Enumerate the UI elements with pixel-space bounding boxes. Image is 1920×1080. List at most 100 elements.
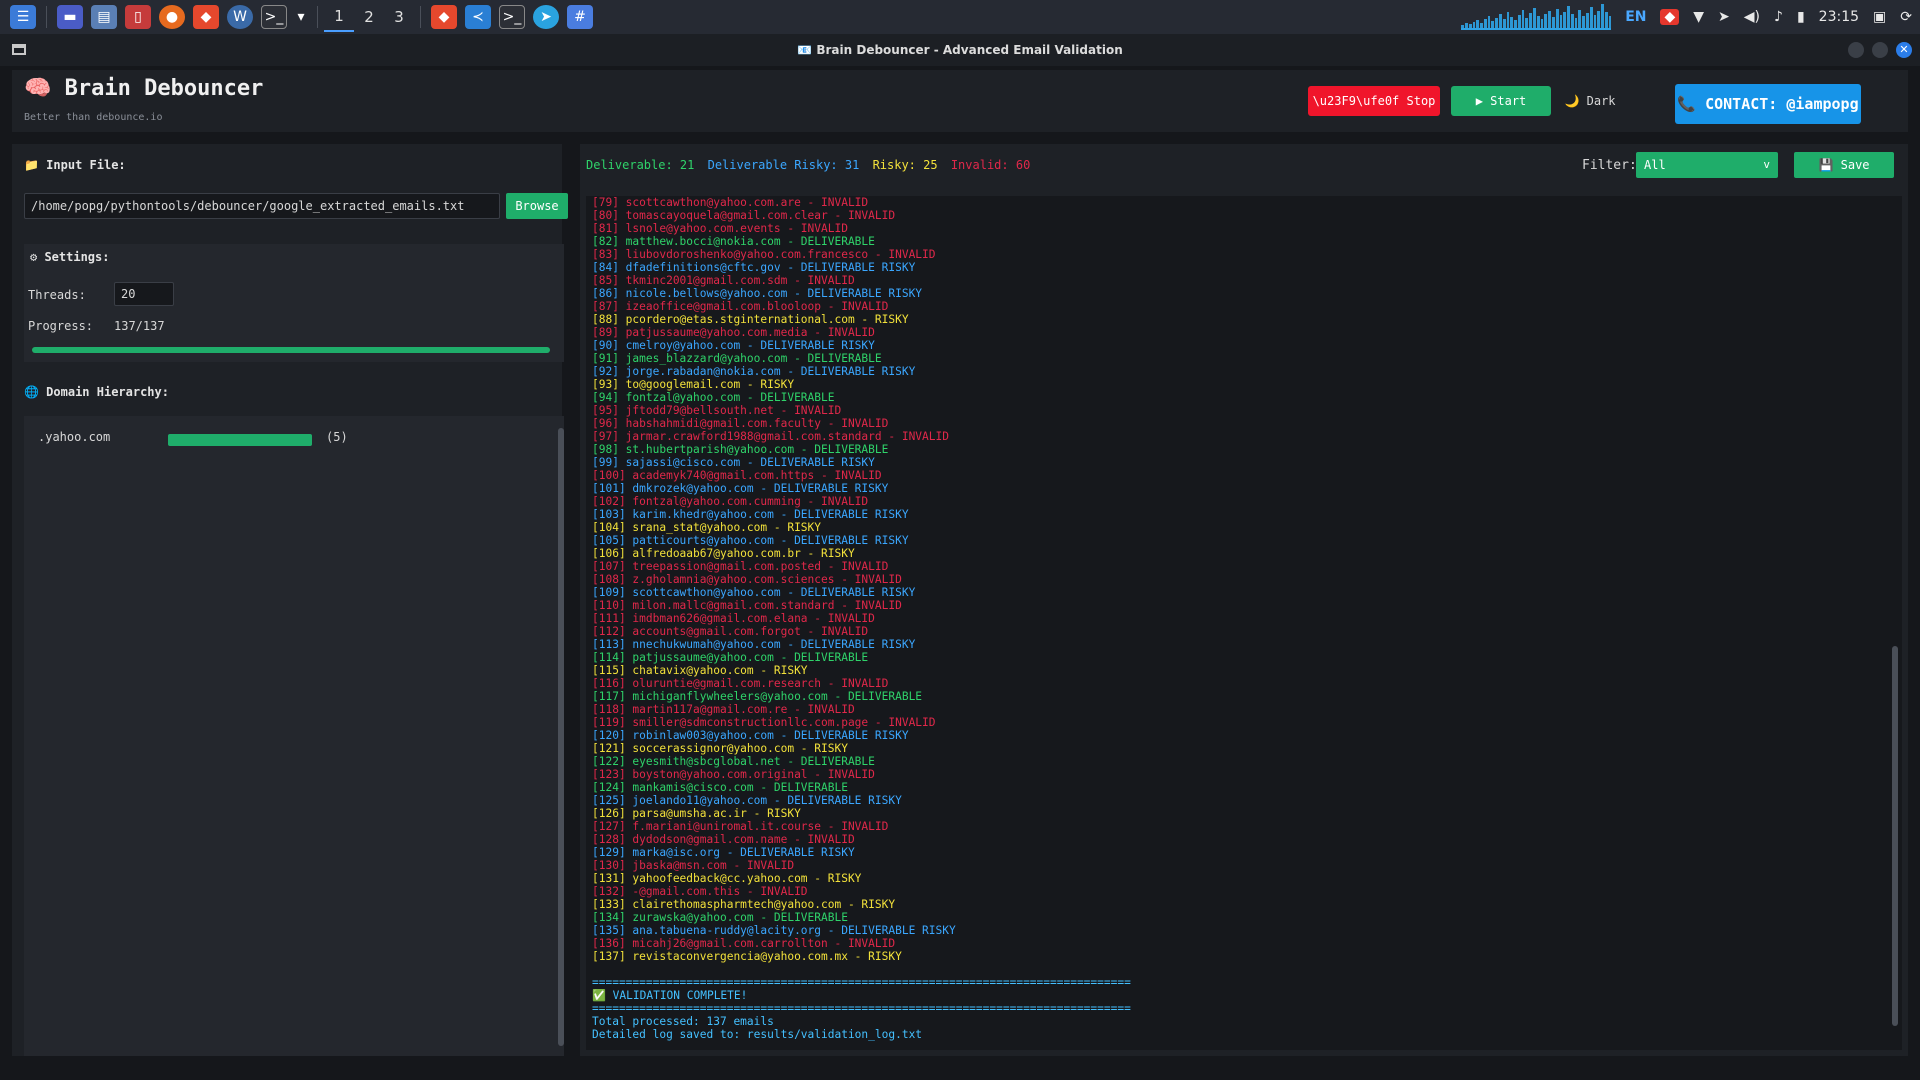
log-line: [133] clairethomaspharmtech@yahoo.com - … <box>592 898 896 911</box>
graph-bar <box>1525 18 1529 28</box>
language-indicator[interactable]: EN <box>1625 9 1646 25</box>
graph-bar <box>1540 19 1544 28</box>
terminal-window-icon[interactable]: >_ <box>499 5 525 29</box>
domain-name: .yahoo.com <box>38 430 111 444</box>
graph-bar <box>1555 9 1559 28</box>
close-button[interactable]: ✕ <box>1896 42 1912 58</box>
browse-button[interactable]: Browse <box>506 193 568 219</box>
log-line: [135] ana.tabuena-ruddy@lacity.org - DEL… <box>592 924 956 937</box>
lock-icon[interactable]: ▣ <box>1873 9 1886 25</box>
graph-bar <box>1578 10 1582 28</box>
graph-bar <box>1536 16 1540 28</box>
graph-bar <box>1608 16 1612 28</box>
log-line: [122] eyesmith@sbcglobal.net - DELIVERAB… <box>592 755 875 768</box>
log-output[interactable]: [79] scottcawthon@yahoo.com.are - INVALI… <box>586 196 1902 1050</box>
log-line: [92] jorge.rabadan@nokia.com - DELIVERAB… <box>592 365 916 378</box>
app-launcher-icon[interactable]: ☰ <box>10 5 36 29</box>
graph-bar <box>1502 19 1506 28</box>
send-icon[interactable]: ➤ <box>1718 9 1730 25</box>
log-line: [97] jarmar.crawford1988@gmail.com.stand… <box>592 430 949 443</box>
minimize-button[interactable] <box>1848 42 1864 58</box>
log-line: [114] patjussaume@yahoo.com - DELIVERABL… <box>592 651 869 664</box>
graph-bar <box>1464 23 1468 28</box>
domain-scrollbar[interactable] <box>558 428 564 1046</box>
log-separator: ========================================… <box>592 976 1131 989</box>
telegram-icon[interactable]: ➤ <box>533 5 559 29</box>
maximize-button[interactable] <box>1872 42 1888 58</box>
log-line: [119] smiller@sdmconstructionllc.com.pag… <box>592 716 936 729</box>
domain-bar <box>168 434 312 446</box>
graph-bar <box>1563 12 1567 28</box>
chevron-down-icon[interactable]: ▾ <box>295 5 307 29</box>
document-icon[interactable]: ▯ <box>125 5 151 29</box>
workspace-3[interactable]: 3 <box>384 2 414 32</box>
workspace-1[interactable]: 1 <box>324 2 354 32</box>
log-total: Total processed: 137 emails <box>592 1015 774 1028</box>
log-line: [106] alfredoaab67@yahoo.com.br - RISKY <box>592 547 855 560</box>
wifi-icon[interactable]: ▼ <box>1693 9 1704 25</box>
window-menu-icon[interactable] <box>12 44 26 55</box>
desktop-icon[interactable]: ▬ <box>57 5 83 29</box>
brave-icon[interactable]: ◆ <box>193 5 219 29</box>
log-line: [126] parsa@umsha.ac.ir - RISKY <box>592 807 801 820</box>
graph-bar <box>1476 20 1480 28</box>
log-line: [107] treepassion@gmail.com.posted - INV… <box>592 560 889 573</box>
brave-window-icon[interactable]: ◆ <box>431 5 457 29</box>
graph-bar <box>1461 25 1464 28</box>
wordpress-icon[interactable]: W <box>227 5 253 29</box>
file-manager-icon[interactable]: ▤ <box>91 5 117 29</box>
stop-button[interactable]: \u23F9\ufe0f Stop <box>1308 86 1440 116</box>
workspace-2[interactable]: 2 <box>354 2 384 32</box>
volume-icon[interactable]: ◀) <box>1744 9 1760 25</box>
log-saved: Detailed log saved to: results/validatio… <box>592 1028 923 1041</box>
filter-select[interactable]: All v <box>1636 152 1778 178</box>
graph-bar <box>1604 12 1608 28</box>
log-line: [110] milon.mallc@gmail.com.standard - I… <box>592 599 902 612</box>
power-icon[interactable]: ⟳ <box>1900 9 1912 25</box>
log-line: [136] micahj26@gmail.com.carrollton - IN… <box>592 937 896 950</box>
log-line: [101] dmkrozek@yahoo.com - DELIVERABLE R… <box>592 482 889 495</box>
graph-bar <box>1521 10 1525 28</box>
vscode-icon[interactable]: ≺ <box>465 5 491 29</box>
clock[interactable]: 23:15 <box>1819 9 1859 25</box>
window-titlebar[interactable]: 📧 Brain Debouncer - Advanced Email Valid… <box>0 34 1920 66</box>
graph-bar <box>1529 13 1533 28</box>
log-scrollbar[interactable] <box>1892 646 1898 1026</box>
input-file-path-field[interactable]: /home/popg/pythontools/debouncer/google_… <box>24 193 500 219</box>
log-line: [89] patjussaume@yahoo.com.media - INVAL… <box>592 326 875 339</box>
log-line: [115] chatavix@yahoo.com - RISKY <box>592 664 808 677</box>
anydesk-icon[interactable]: ◆ <box>1660 9 1680 25</box>
log-separator: ========================================… <box>592 1002 1131 1015</box>
graph-bar <box>1514 20 1517 28</box>
dark-mode-button[interactable]: 🌙 Dark <box>1560 86 1620 116</box>
start-button[interactable]: ▶ Start <box>1451 86 1551 116</box>
log-line: [86] nicole.bellows@yahoo.com - DELIVERA… <box>592 287 923 300</box>
contact-button[interactable]: 📞 CONTACT: @iampopg <box>1675 84 1861 124</box>
log-line: [94] fontzal@yahoo.com - DELIVERABLE <box>592 391 835 404</box>
threads-input[interactable]: 20 <box>114 282 174 306</box>
battery-icon[interactable]: ▮ <box>1797 9 1805 25</box>
log-line: [99] sajassi@cisco.com - DELIVERABLE RIS… <box>592 456 875 469</box>
firefox-icon[interactable]: ● <box>159 5 185 29</box>
graph-bar <box>1548 11 1551 28</box>
domain-row[interactable]: .yahoo.com (5) <box>38 430 538 450</box>
domain-hierarchy-list: .yahoo.com (5) <box>24 416 564 1056</box>
log-line: [129] marka@isc.org - DELIVERABLE RISKY <box>592 846 855 859</box>
log-line: [95] jftodd79@bellsouth.net - INVALID <box>592 404 842 417</box>
discord-icon[interactable]: # <box>567 5 593 29</box>
log-line: [121] soccerassignor@yahoo.com - RISKY <box>592 742 848 755</box>
log-line: [90] cmelroy@yahoo.com - DELIVERABLE RIS… <box>592 339 875 352</box>
terminal-icon[interactable]: >_ <box>261 5 287 29</box>
bell-icon[interactable]: ♪ <box>1774 9 1783 25</box>
log-line: [96] habshahmidi@gmail.com.faculty - INV… <box>592 417 889 430</box>
log-line: [123] boyston@yahoo.com.original - INVAL… <box>592 768 875 781</box>
log-line: [125] joelando11@yahoo.com - DELIVERABLE… <box>592 794 902 807</box>
taskbar-separator <box>420 6 421 28</box>
taskbar-separator <box>317 6 318 28</box>
log-line: [82] matthew.bocci@nokia.com - DELIVERAB… <box>592 235 875 248</box>
graph-bar <box>1589 7 1593 28</box>
save-button[interactable]: 💾 Save <box>1794 152 1894 178</box>
chevron-down-icon: v <box>1763 158 1770 171</box>
log-line: [120] robinlaw003@yahoo.com - DELIVERABL… <box>592 729 909 742</box>
progress-text: 137/137 <box>114 319 165 333</box>
